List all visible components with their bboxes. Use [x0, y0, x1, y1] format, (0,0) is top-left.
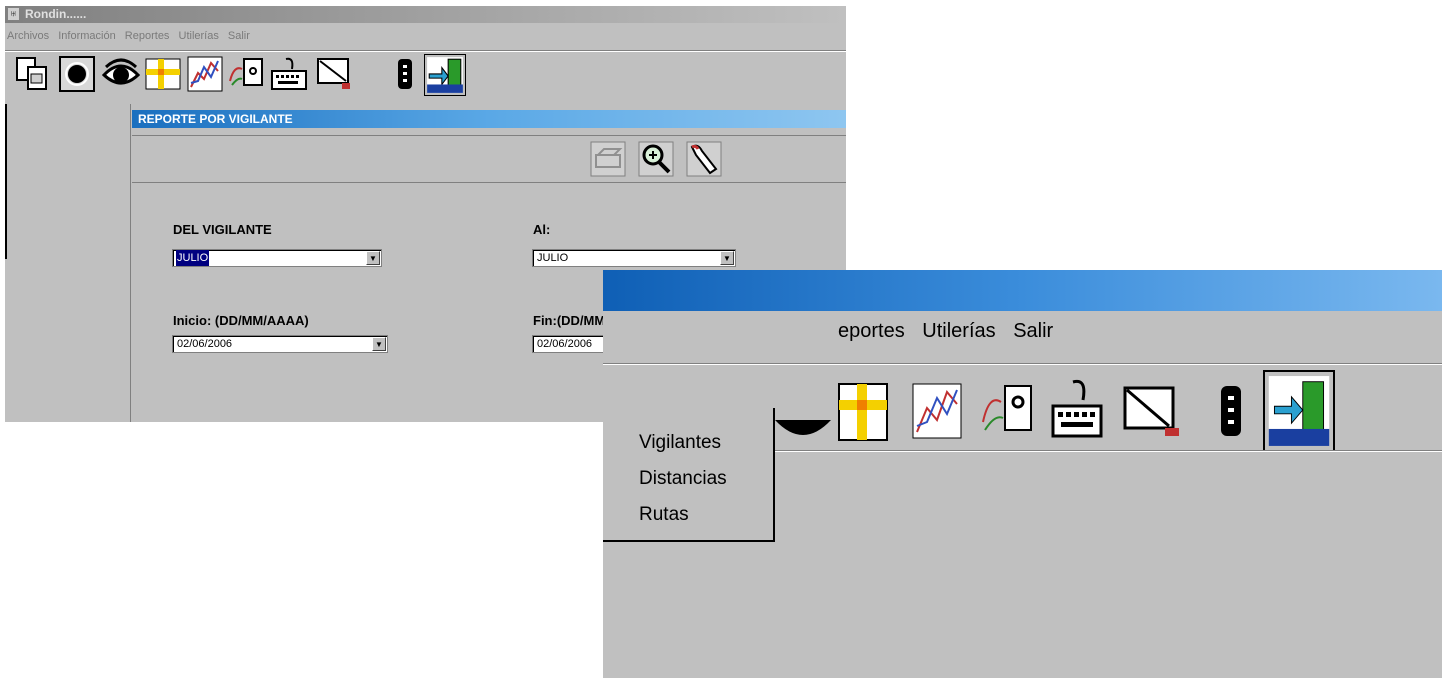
battery-icon[interactable] [1203, 370, 1259, 452]
zoomed-window: eportes Utilerías Salir Vigilantes Dista… [603, 270, 1442, 678]
dialog-title: REPORTE POR VIGILANTE [132, 110, 846, 128]
chevron-down-icon[interactable]: ▼ [372, 337, 386, 351]
grid-icon[interactable] [144, 55, 182, 93]
from-guard-label: DEL VIGILANTE [173, 222, 272, 237]
zoom-menu-utilerias[interactable]: Utilerías [922, 320, 995, 342]
to-guard-value: JULIO [537, 252, 569, 264]
to-guard-label: Al: [533, 222, 551, 237]
menu-reportes[interactable]: Reportes [125, 30, 170, 42]
app-icon: ♅ [8, 8, 19, 20]
zoom-menu-reportes[interactable]: eportes [838, 320, 905, 342]
from-guard-select[interactable]: JULIO ▼ [172, 249, 382, 267]
menu-item-rutas[interactable]: Rutas [639, 504, 689, 526]
menu-item-vigilantes[interactable]: Vigilantes [639, 432, 721, 454]
chart-icon[interactable] [186, 55, 224, 93]
exit-door-icon[interactable] [424, 54, 466, 96]
to-guard-select[interactable]: JULIO ▼ [532, 249, 736, 267]
app-title: Rondin...... [25, 7, 87, 21]
title-bar: ♅ Rondin...... [5, 6, 846, 23]
battery-icon[interactable] [386, 55, 424, 93]
grid-icon[interactable] [835, 370, 891, 452]
zoom-menu-separator [603, 363, 1442, 365]
menu-separator [5, 50, 846, 52]
menu-archivos[interactable]: Archivos [7, 30, 49, 42]
menu-salir[interactable]: Salir [228, 30, 250, 42]
route-icon[interactable] [979, 370, 1035, 452]
document-pen-icon[interactable] [316, 55, 354, 93]
menu-utilerias[interactable]: Utilerías [179, 30, 219, 42]
zoom-menu-bar: eportes Utilerías Salir [838, 320, 1065, 343]
start-date-label: Inicio: (DD/MM/AAAA) [173, 313, 309, 328]
side-border [5, 104, 7, 259]
eye-icon[interactable] [102, 55, 140, 93]
dialog-toolbar [132, 135, 846, 183]
route-icon[interactable] [228, 55, 266, 93]
exit-door-icon[interactable] [1263, 370, 1335, 452]
start-date-value: 02/06/2006 [177, 338, 233, 350]
chevron-down-icon[interactable]: ▼ [720, 251, 734, 265]
record-icon[interactable] [58, 55, 96, 93]
keyboard-icon[interactable] [1049, 370, 1105, 452]
keyboard-icon[interactable] [270, 55, 308, 93]
end-date-value: 02/06/2006 [537, 338, 593, 350]
eye-icon[interactable] [775, 370, 831, 452]
side-panel [5, 104, 131, 422]
pointer-icon[interactable] [686, 141, 722, 177]
menu-bar: Archivos Información Reportes Utilerías … [5, 28, 254, 45]
file-copy-icon[interactable] [14, 55, 52, 93]
print-icon[interactable] [590, 141, 626, 177]
reportes-dropdown: Vigilantes Distancias Rutas [603, 408, 775, 542]
zoom-title-bar [603, 270, 1442, 311]
chevron-down-icon[interactable]: ▼ [366, 251, 380, 265]
from-guard-value: JULIO [176, 250, 210, 266]
menu-item-distancias[interactable]: Distancias [639, 468, 727, 490]
menu-informacion[interactable]: Información [58, 30, 115, 42]
start-date-select[interactable]: 02/06/2006 ▼ [172, 335, 388, 353]
chart-icon[interactable] [909, 370, 965, 452]
preview-icon[interactable] [638, 141, 674, 177]
document-pen-icon[interactable] [1121, 370, 1187, 452]
zoom-menu-salir[interactable]: Salir [1013, 320, 1053, 342]
